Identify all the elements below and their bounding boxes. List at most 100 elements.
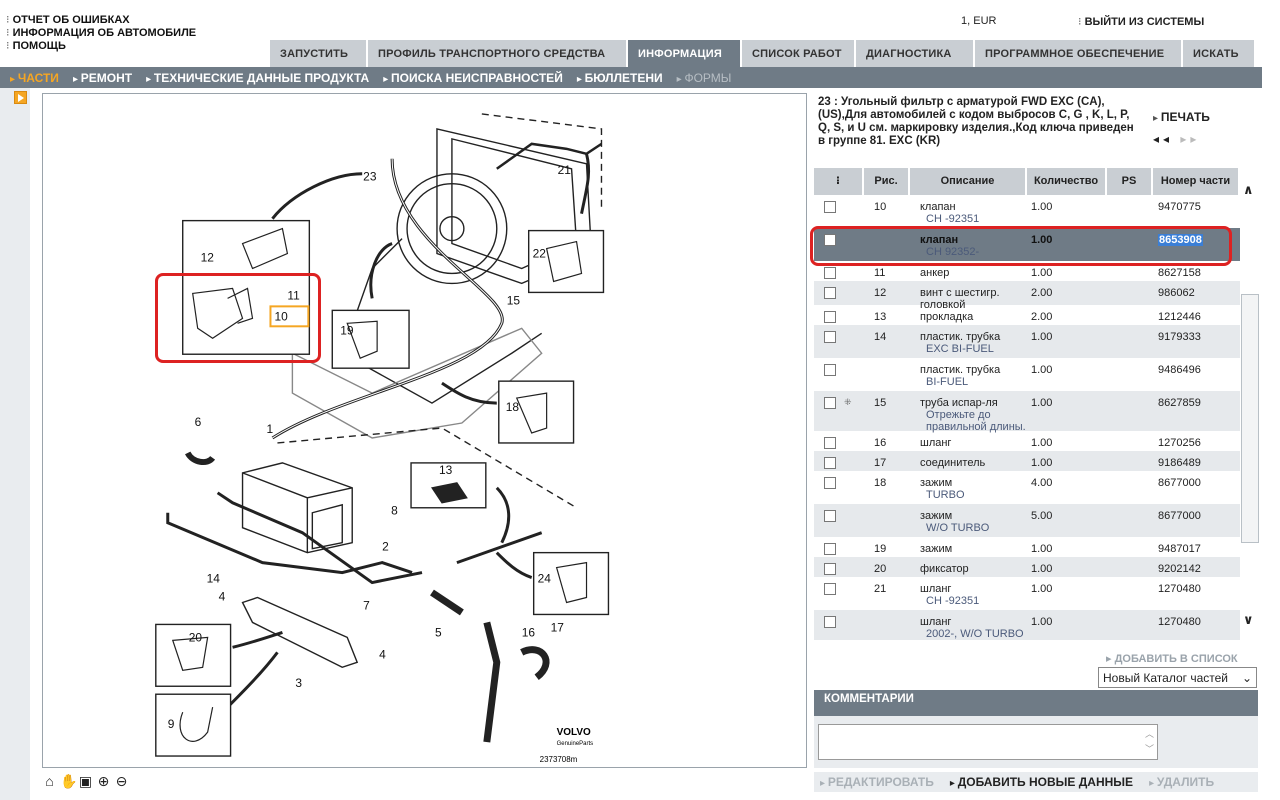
row-checkbox-cell: [814, 325, 864, 358]
callout-1: 1: [266, 422, 273, 436]
help-link[interactable]: ПОМОЩЬ: [6, 40, 196, 53]
row-checkbox[interactable]: [824, 201, 836, 213]
tab-vehicle-profile[interactable]: ПРОФИЛЬ ТРАНСПОРТНОГО СРЕДСТВА: [368, 40, 626, 67]
row-checkbox[interactable]: [824, 457, 836, 469]
row-checkbox[interactable]: [824, 477, 836, 489]
row-checkbox[interactable]: [824, 331, 836, 343]
row-checkbox[interactable]: [824, 311, 836, 323]
subnav-tech-data[interactable]: ТЕХНИЧЕСКИЕ ДАННЫЕ ПРОДУКТА: [146, 71, 369, 85]
expand-note-icon[interactable]: ⁜: [844, 397, 852, 408]
table-row[interactable]: 16 шланг 1.00 1270256: [814, 431, 1240, 451]
table-row[interactable]: 20 фиксатор 1.00 9202142: [814, 557, 1240, 577]
part-number-text[interactable]: 9487017: [1158, 543, 1201, 555]
table-row[interactable]: 21 шланг CH -92351 1.00 1270480: [814, 577, 1240, 610]
callout-15: 15: [507, 293, 521, 307]
part-number-text[interactable]: 8677000: [1158, 477, 1201, 489]
part-number-text[interactable]: 9202142: [1158, 563, 1201, 575]
row-note: BI-FUEL: [926, 376, 969, 388]
part-number-text[interactable]: 986062: [1158, 287, 1195, 299]
select-all-column[interactable]: ⁝: [814, 168, 864, 195]
catalog-select[interactable]: Новый Каталог частей ⌄: [1098, 667, 1257, 688]
table-scrollbar[interactable]: [1241, 294, 1259, 543]
tab-diagnostics[interactable]: ДИАГНОСТИКА: [856, 40, 973, 67]
part-number-text[interactable]: 8627859: [1158, 397, 1201, 409]
callout-20: 20: [189, 630, 203, 644]
row-part-number: 1212446: [1153, 305, 1240, 325]
table-row[interactable]: зажим W/O TURBO 5.00 8677000: [814, 504, 1240, 537]
row-checkbox[interactable]: [824, 616, 836, 628]
parts-diagram[interactable]: VOLVO GenuineParts 2373708m 1 2 3 4 4 6 …: [42, 93, 807, 768]
row-checkbox[interactable]: [824, 364, 836, 376]
error-report-link[interactable]: ОТЧЕТ ОБ ОШИБКАХ: [6, 14, 196, 27]
add-to-list-button[interactable]: ДОБАВИТЬ В СПИСОК: [1106, 652, 1238, 665]
fit-window-icon[interactable]: ▣: [78, 773, 93, 790]
subnav-troubleshooting[interactable]: ПОИСКА НЕИСПРАВНОСТЕЙ: [383, 71, 563, 85]
row-description: фиксатор: [910, 557, 1027, 577]
row-description: зажим W/O TURBO: [910, 504, 1027, 537]
logout-link[interactable]: ВЫЙТИ ИЗ СИСТЕМЫ: [1078, 15, 1205, 28]
tab-work-list[interactable]: СПИСОК РАБОТ: [742, 40, 854, 67]
row-checkbox[interactable]: [824, 437, 836, 449]
row-checkbox[interactable]: [824, 543, 836, 555]
diagram-highlight-outline: [155, 273, 321, 363]
subnav-repair[interactable]: РЕМОНТ: [73, 71, 132, 85]
table-row[interactable]: 14 пластик. трубка EXC BI-FUEL 1.00 9179333: [814, 325, 1240, 358]
tab-start[interactable]: ЗАПУСТИТЬ: [270, 40, 366, 67]
callout-18: 18: [506, 400, 520, 414]
callout-box-22: [527, 229, 605, 294]
tab-search[interactable]: ИСКАТЬ: [1183, 40, 1254, 67]
expand-panel-icon[interactable]: [14, 91, 27, 104]
zoom-out-icon[interactable]: ⊖: [114, 773, 129, 790]
scroll-down-icon[interactable]: ∨: [1243, 612, 1254, 628]
row-checkbox[interactable]: [824, 583, 836, 595]
callout-2: 2: [382, 540, 389, 554]
part-number-text[interactable]: 9179333: [1158, 331, 1201, 343]
row-checkbox[interactable]: [824, 397, 836, 409]
previous-group-icon[interactable]: ◂◂: [1153, 132, 1173, 146]
row-checkbox[interactable]: [824, 563, 836, 575]
add-comment-button[interactable]: ДОБАВИТЬ НОВЫЕ ДАННЫЕ: [950, 775, 1133, 789]
row-quantity: 4.00: [1031, 477, 1053, 489]
table-row[interactable]: пластик. трубка BI-FUEL 1.00 9486496: [814, 358, 1240, 391]
part-number-text[interactable]: 1270480: [1158, 583, 1201, 595]
table-row[interactable]: шланг 2002-, W/O TURBO 1.00 1270480: [814, 610, 1240, 640]
home-icon[interactable]: ⌂: [42, 773, 57, 790]
subnav-bulletins[interactable]: БЮЛЛЕТЕНИ: [577, 71, 663, 85]
row-checkbox[interactable]: [824, 287, 836, 299]
row-checkbox[interactable]: [824, 267, 836, 279]
tab-information[interactable]: ИНФОРМАЦИЯ: [628, 40, 740, 67]
comments-textarea[interactable]: ︿ ﹀: [818, 724, 1158, 760]
part-number-text[interactable]: 1270256: [1158, 437, 1201, 449]
row-desc-text: шланг: [920, 437, 952, 449]
table-row[interactable]: 18 зажим TURBO 4.00 8677000: [814, 471, 1240, 504]
row-fig: [864, 358, 910, 391]
print-button[interactable]: ПЕЧАТЬ: [1153, 110, 1210, 124]
subnav-parts[interactable]: ЧАСТИ: [10, 71, 59, 85]
part-number-text[interactable]: 8627158: [1158, 267, 1201, 279]
table-row[interactable]: 13 прокладка 2.00 1212446: [814, 305, 1240, 325]
row-description: пластик. трубка EXC BI-FUEL: [910, 325, 1027, 358]
table-row[interactable]: 19 зажим 1.00 9487017: [814, 537, 1240, 557]
table-row[interactable]: 15 труба испар-ля Отрежьте до правильной д…: [814, 391, 1240, 433]
drawing-number: 2373708m: [540, 755, 578, 764]
pan-hand-icon[interactable]: ✋: [60, 773, 77, 790]
row-quantity: 1.00: [1031, 437, 1053, 449]
part-number-text[interactable]: 1270480: [1158, 616, 1201, 628]
part-number-text[interactable]: 1212446: [1158, 311, 1201, 323]
callout-box-19: [331, 309, 410, 369]
part-number-text[interactable]: 8677000: [1158, 510, 1201, 522]
table-row[interactable]: 12 винт с шестигр. головкой 2.00 986062: [814, 281, 1240, 311]
table-row[interactable]: 17 соединитель 1.00 9186489: [814, 451, 1240, 471]
row-note: TURBO: [926, 489, 965, 501]
table-row[interactable]: 10 клапан CH -92351 1.00 9470775: [814, 195, 1240, 228]
part-number-text[interactable]: 9486496: [1158, 364, 1201, 376]
row-description: винт с шестигр. головкой: [910, 281, 1027, 311]
vehicle-info-link[interactable]: ИНФОРМАЦИЯ ОБ АВТОМОБИЛЕ: [6, 27, 197, 40]
zoom-in-icon[interactable]: ⊕: [96, 773, 111, 790]
part-number-text[interactable]: 9186489: [1158, 457, 1201, 469]
scroll-up-icon[interactable]: ∧: [1243, 182, 1254, 198]
row-desc-text: шланг: [920, 616, 952, 628]
row-checkbox[interactable]: [824, 510, 836, 522]
part-number-text[interactable]: 9470775: [1158, 201, 1201, 213]
tab-software[interactable]: ПРОГРАММНОЕ ОБЕСПЕЧЕНИЕ: [975, 40, 1181, 67]
